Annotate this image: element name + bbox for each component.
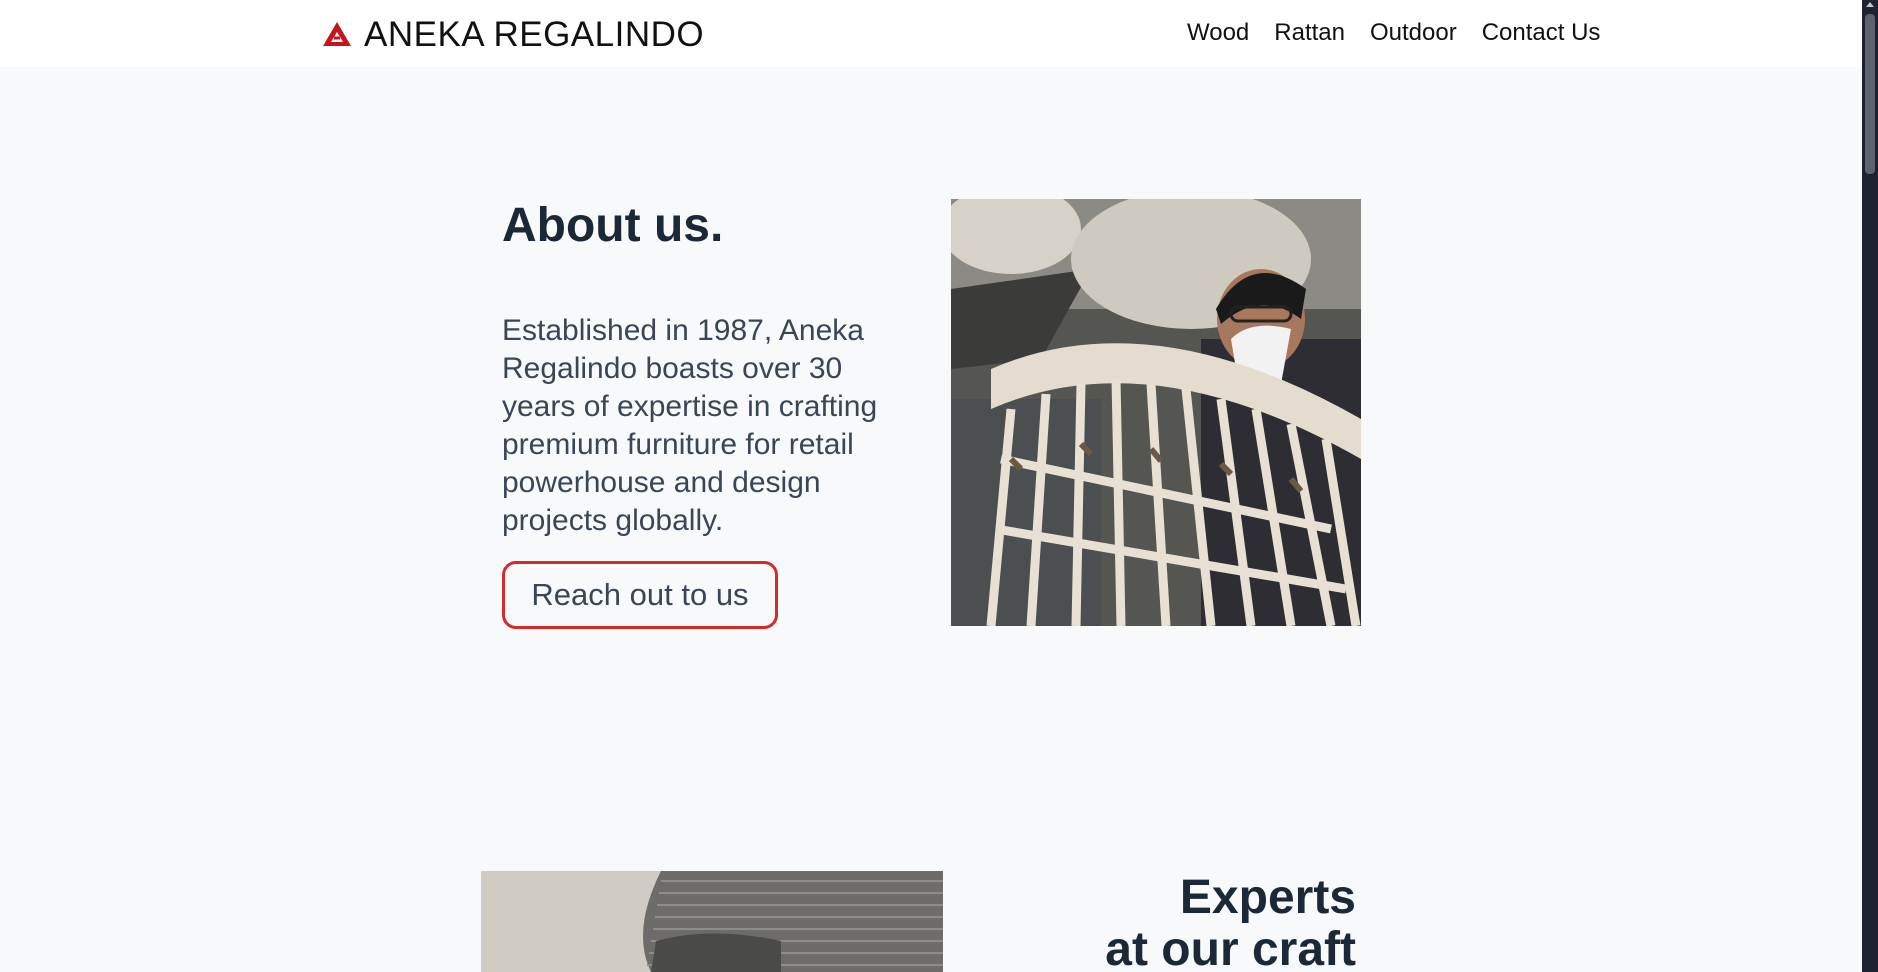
main-nav: Wood Rattan Outdoor Contact Us bbox=[1187, 19, 1600, 47]
about-title: About us. bbox=[502, 199, 724, 252]
artisan-weaving-photo bbox=[951, 199, 1361, 626]
woven-furniture-illustration bbox=[481, 871, 943, 972]
brand-name: ANEKA REGALINDO bbox=[364, 15, 705, 54]
artisan-photo-illustration bbox=[951, 199, 1361, 626]
scroll-up-arrow-icon[interactable] bbox=[1866, 2, 1874, 7]
experts-title: Experts at our craft bbox=[1105, 872, 1356, 972]
nav-outdoor[interactable]: Outdoor bbox=[1370, 19, 1457, 47]
nav-contact-us[interactable]: Contact Us bbox=[1482, 19, 1601, 47]
nav-wood[interactable]: Wood bbox=[1187, 19, 1249, 47]
scrollbar-thumb[interactable] bbox=[1865, 14, 1875, 174]
about-description: Established in 1987, Aneka Regalindo boa… bbox=[502, 314, 878, 537]
brand-logo[interactable]: ANEKA REGALINDO bbox=[322, 15, 704, 55]
nav-rattan[interactable]: Rattan bbox=[1274, 19, 1345, 47]
experts-title-line1: Experts bbox=[1179, 871, 1356, 924]
site-header: ANEKA REGALINDO Wood Rattan Outdoor Cont… bbox=[0, 0, 1862, 67]
triangle-logo-icon bbox=[323, 22, 351, 46]
experts-title-line2: at our craft bbox=[1105, 923, 1356, 972]
woven-furniture-photo bbox=[481, 871, 943, 972]
page-scrollbar[interactable] bbox=[1862, 0, 1878, 972]
reach-out-button[interactable]: Reach out to us bbox=[502, 561, 778, 629]
